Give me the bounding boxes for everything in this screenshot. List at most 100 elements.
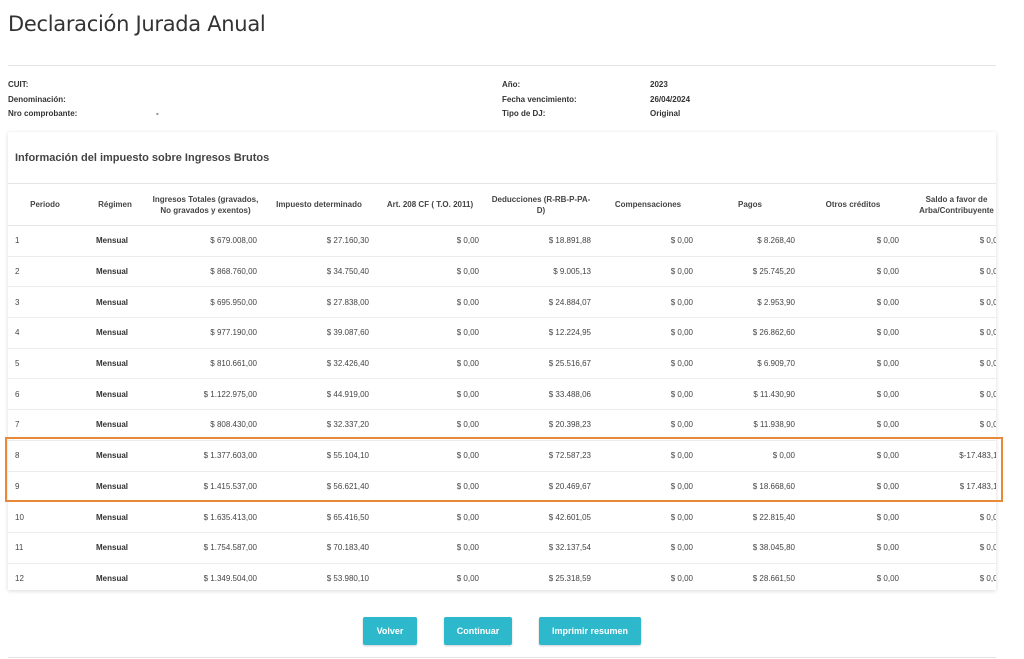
cell-saldo: $ 0,03	[905, 348, 996, 380]
cell-otros-creditos: $ 0,00	[801, 563, 905, 590]
cell-regimen: Mensual	[82, 225, 148, 257]
nro-comprobante-label: Nro comprobante:	[8, 109, 78, 118]
cell-deducciones: $ 32.137,54	[485, 532, 597, 564]
column-header-saldo: Saldo a favor de Arba/Contribuyente	[905, 183, 996, 226]
cell-impuesto-determinado: $ 27.838,00	[263, 286, 375, 319]
cell-deducciones: $ 24.884,07	[485, 286, 597, 319]
cell-regimen: Mensual	[82, 409, 148, 441]
ingresos-brutos-card: Información del impuesto sobre Ingresos …	[8, 132, 996, 590]
cell-deducciones: $ 33.488,06	[485, 378, 597, 411]
cell-pagos: $ 0,00	[699, 440, 801, 472]
table-row: 9 Mensual $ 1.415.537,00 $ 56.621,40 $ 0,00 $…	[8, 471, 996, 503]
cell-periodo: 4	[8, 317, 82, 349]
cell-regimen: Mensual	[82, 440, 148, 472]
cell-art-208: $ 0,00	[375, 286, 485, 319]
cell-pagos: $ 2.953,90	[699, 286, 801, 319]
cell-impuesto-determinado: $ 65.416,50	[263, 501, 375, 533]
cell-periodo: 12	[8, 563, 82, 590]
cell-otros-creditos: $ 0,00	[801, 532, 905, 564]
cell-art-208: $ 0,00	[375, 471, 485, 503]
cell-periodo: 8	[8, 440, 82, 472]
table-row: 11 Mensual $ 1.754.587,00 $ 70.183,40 $ 0,00…	[8, 532, 996, 564]
cell-ingresos-totales: $ 810.661,00	[148, 348, 263, 380]
table-row: 7 Mensual $ 808.430,00 $ 32.337,20 $ 0,00 $ 2…	[8, 409, 996, 441]
cell-deducciones: $ 12.224,95	[485, 317, 597, 349]
cell-saldo: $ 17.483,13	[905, 471, 996, 503]
table-row: 2 Mensual $ 868.760,00 $ 34.750,40 $ 0,00 $ 9…	[8, 256, 996, 288]
table-row: 5 Mensual $ 810.661,00 $ 32.426,40 $ 0,00 $ 2…	[8, 348, 996, 380]
column-header-art-208: Art. 208 CF ( T.O. 2011)	[375, 183, 485, 226]
column-header-compensaciones: Compensaciones	[597, 183, 699, 226]
cell-ingresos-totales: $ 808.430,00	[148, 409, 263, 441]
cell-saldo: $ 0,01	[905, 563, 996, 590]
cell-impuesto-determinado: $ 32.426,40	[263, 348, 375, 380]
cell-impuesto-determinado: $ 34.750,40	[263, 256, 375, 288]
cell-saldo: $ 0,04	[905, 378, 996, 411]
cell-ingresos-totales: $ 1.635.413,00	[148, 501, 263, 533]
cell-impuesto-determinado: $ 56.621,40	[263, 471, 375, 503]
cell-pagos: $ 25.745,20	[699, 256, 801, 288]
cell-impuesto-determinado: $ 70.183,40	[263, 532, 375, 564]
cell-otros-creditos: $ 0,00	[801, 348, 905, 380]
denominacion-label: Denominación:	[8, 95, 66, 104]
cell-art-208: $ 0,00	[375, 532, 485, 564]
continuar-button[interactable]: Continuar	[444, 617, 512, 645]
cell-compensaciones: $ 0,00	[597, 440, 699, 472]
cell-art-208: $ 0,00	[375, 225, 485, 257]
cell-impuesto-determinado: $ 53.980,10	[263, 563, 375, 590]
tipo-dj-value: Original	[650, 109, 681, 118]
cell-compensaciones: $ 0,00	[597, 317, 699, 349]
cell-saldo: $ 0,02	[905, 225, 996, 257]
cell-ingresos-totales: $ 1.349.504,00	[148, 563, 263, 590]
table-row: 10 Mensual $ 1.635.413,00 $ 65.416,50 $ 0,00…	[8, 501, 996, 533]
cell-ingresos-totales: $ 977.190,00	[148, 317, 263, 349]
cell-saldo: $ 0,05	[905, 501, 996, 533]
cell-ingresos-totales: $ 1.754.587,00	[148, 532, 263, 564]
cell-compensaciones: $ 0,00	[597, 378, 699, 411]
cell-saldo: $ 0,06	[905, 532, 996, 564]
column-header-periodo: Periodo	[8, 183, 82, 226]
cell-art-208: $ 0,00	[375, 563, 485, 590]
table-row: 8 Mensual $ 1.377.603,00 $ 55.104,10 $ 0,00 $…	[8, 440, 996, 472]
cell-compensaciones: $ 0,00	[597, 286, 699, 319]
cell-impuesto-determinado: $ 32.337,20	[263, 409, 375, 441]
cell-deducciones: $ 42.601,05	[485, 501, 597, 533]
cell-ingresos-totales: $ 1.122.975,00	[148, 378, 263, 411]
cell-pagos: $ 11.938,90	[699, 409, 801, 441]
cell-deducciones: $ 25.516,67	[485, 348, 597, 380]
cell-regimen: Mensual	[82, 317, 148, 349]
table-row: 12 Mensual $ 1.349.504,00 $ 53.980,10 $ 0,00…	[8, 563, 996, 590]
column-header-impuesto-determinado: Impuesto determinado	[263, 183, 375, 226]
cell-periodo: 11	[8, 532, 82, 564]
cell-compensaciones: $ 0,00	[597, 501, 699, 533]
cell-periodo: 5	[8, 348, 82, 380]
cell-regimen: Mensual	[82, 532, 148, 564]
cell-periodo: 3	[8, 286, 82, 319]
column-header-regimen: Régimen	[82, 183, 148, 226]
cell-art-208: $ 0,00	[375, 378, 485, 411]
cell-saldo: $ 0,07	[905, 256, 996, 288]
volver-button[interactable]: Volver	[363, 617, 417, 645]
cell-art-208: $ 0,00	[375, 409, 485, 441]
cell-compensaciones: $ 0,00	[597, 532, 699, 564]
nro-comprobante-value: -	[156, 109, 159, 118]
cell-art-208: $ 0,00	[375, 317, 485, 349]
cell-pagos: $ 11.430,90	[699, 378, 801, 411]
cell-art-208: $ 0,00	[375, 501, 485, 533]
cell-art-208: $ 0,00	[375, 256, 485, 288]
cell-saldo: $ 0,03	[905, 286, 996, 319]
cell-compensaciones: $ 0,00	[597, 348, 699, 380]
fecha-vencimiento-label: Fecha vencimiento:	[502, 95, 577, 104]
cell-compensaciones: $ 0,00	[597, 409, 699, 441]
cell-regimen: Mensual	[82, 501, 148, 533]
card-title: Información del impuesto sobre Ingresos …	[15, 152, 270, 164]
imprimir-resumen-button[interactable]: Imprimir resumen	[539, 617, 641, 645]
cell-ingresos-totales: $ 1.377.603,00	[148, 440, 263, 472]
cell-impuesto-determinado: $ 27.160,30	[263, 225, 375, 257]
cell-deducciones: $ 72.587,23	[485, 440, 597, 472]
cell-compensaciones: $ 0,00	[597, 225, 699, 257]
cell-deducciones: $ 18.891,88	[485, 225, 597, 257]
cell-saldo: $-17.483,13	[905, 440, 996, 472]
cell-art-208: $ 0,00	[375, 440, 485, 472]
table-header-row: Periodo Régimen Ingresos Totales (gravad…	[8, 183, 996, 226]
